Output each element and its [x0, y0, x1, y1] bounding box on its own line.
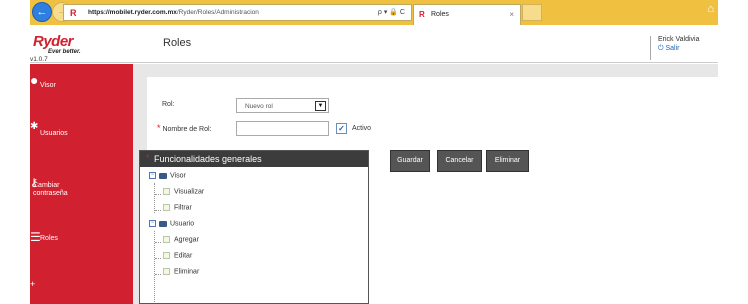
required-asterisk: * — [146, 153, 150, 163]
tree-connector — [154, 183, 155, 213]
funcionalidades-header: * Funcionalidades generales — [140, 151, 368, 167]
node-checkbox[interactable] — [163, 252, 170, 259]
logout-link[interactable]: ⏻ Salir — [658, 45, 700, 53]
ryder-logo: Ryder Ever better. — [33, 33, 81, 55]
collapse-icon[interactable]: − — [149, 172, 156, 179]
node-checkbox[interactable] — [163, 236, 170, 243]
delete-button[interactable]: Eliminar — [486, 150, 529, 172]
tree-item-filtrar[interactable]: Filtrar — [163, 204, 192, 216]
sidebar-item-visor[interactable]: ● Visor — [30, 72, 133, 106]
users-icon: ✱ — [30, 121, 39, 132]
rol-label: Rol: — [162, 101, 175, 108]
folder-icon — [159, 172, 167, 179]
more-icon: + — [30, 279, 36, 289]
map-pin-icon: ● — [30, 72, 39, 88]
node-checkbox[interactable] — [163, 188, 170, 195]
sidebar-item-roles[interactable]: ☰ Roles — [30, 230, 133, 264]
nombre-rol-input[interactable] — [236, 121, 329, 136]
save-button[interactable]: Guardar — [390, 150, 430, 172]
nombre-rol-label: * Nombre de Rol: — [157, 123, 212, 133]
power-icon: ⏻ — [658, 45, 664, 52]
sidebar-item-cambiar-contrasena[interactable]: ⚷ Cambiar contraseña — [30, 176, 133, 210]
user-area: Erick Valdivia ⏻ Salir — [650, 36, 700, 60]
version-label: v1.0.7 — [30, 56, 48, 63]
sidebar-item-partial[interactable]: + — [30, 279, 133, 304]
browser-toolbar: ← → R https://mobilet.ryder.com.mx/Ryder… — [30, 0, 718, 25]
tree-item-eliminar[interactable]: Eliminar — [163, 268, 199, 280]
address-tools[interactable]: ρ ▾ 🔒 C — [378, 8, 405, 16]
back-button[interactable]: ← — [32, 2, 52, 22]
url-text: https://mobilet.ryder.com.mx/Ryder/Roles… — [88, 9, 259, 16]
tree-group-usuario[interactable]: − Usuario — [149, 220, 194, 232]
activo-checkbox[interactable]: ✓ — [336, 123, 347, 134]
tab-title: Roles — [431, 11, 449, 18]
main-content: Rol: Nuevo rol ▼ * Nombre de Rol: ✓ Acti… — [133, 64, 718, 304]
sidebar-item-usuarios[interactable]: ✱ Usuarios — [30, 121, 133, 155]
home-icon[interactable]: ⌂ — [707, 3, 714, 15]
new-tab-button[interactable] — [522, 4, 542, 21]
tree-item-visualizar[interactable]: Visualizar — [163, 188, 204, 200]
cancel-button[interactable]: Cancelar — [437, 150, 482, 172]
tree-group-visor[interactable]: − Visor — [149, 172, 186, 184]
rol-select-value: Nuevo rol — [245, 103, 273, 110]
chevron-down-icon[interactable]: ▼ — [315, 101, 326, 111]
page-title: Roles — [163, 37, 192, 49]
funcionalidades-panel: * Funcionalidades generales − Visor Visua… — [139, 150, 369, 304]
address-bar[interactable]: R https://mobilet.ryder.com.mx/Ryder/Rol… — [63, 4, 412, 21]
tab-favicon-icon: R — [419, 10, 425, 19]
tree-item-editar[interactable]: Editar — [163, 252, 192, 264]
activo-label: Activo — [352, 125, 372, 132]
rol-select[interactable]: Nuevo rol ▼ — [236, 98, 329, 113]
tab-close-icon[interactable]: × — [509, 10, 514, 19]
browser-tab[interactable]: R Roles × — [413, 4, 521, 25]
site-favicon-icon: R — [70, 8, 77, 18]
node-checkbox[interactable] — [163, 204, 170, 211]
app-header: Ryder Ever better. v1.0.7 Roles Erick Va… — [30, 25, 718, 63]
collapse-icon[interactable]: − — [149, 220, 156, 227]
sidebar: ● Visor ✱ Usuarios ⚷ Cambiar contraseña … — [30, 64, 133, 304]
user-name: Erick Valdivia — [658, 36, 700, 43]
browser-window: ← → R https://mobilet.ryder.com.mx/Ryder… — [30, 0, 718, 304]
checkmark-icon: ✓ — [338, 124, 345, 133]
node-checkbox[interactable] — [163, 268, 170, 275]
roles-panel: Rol: Nuevo rol ▼ * Nombre de Rol: ✓ Acti… — [139, 77, 718, 304]
tree-item-agregar[interactable]: Agregar — [163, 236, 199, 248]
required-asterisk: * — [157, 123, 161, 133]
folder-icon — [159, 220, 167, 227]
